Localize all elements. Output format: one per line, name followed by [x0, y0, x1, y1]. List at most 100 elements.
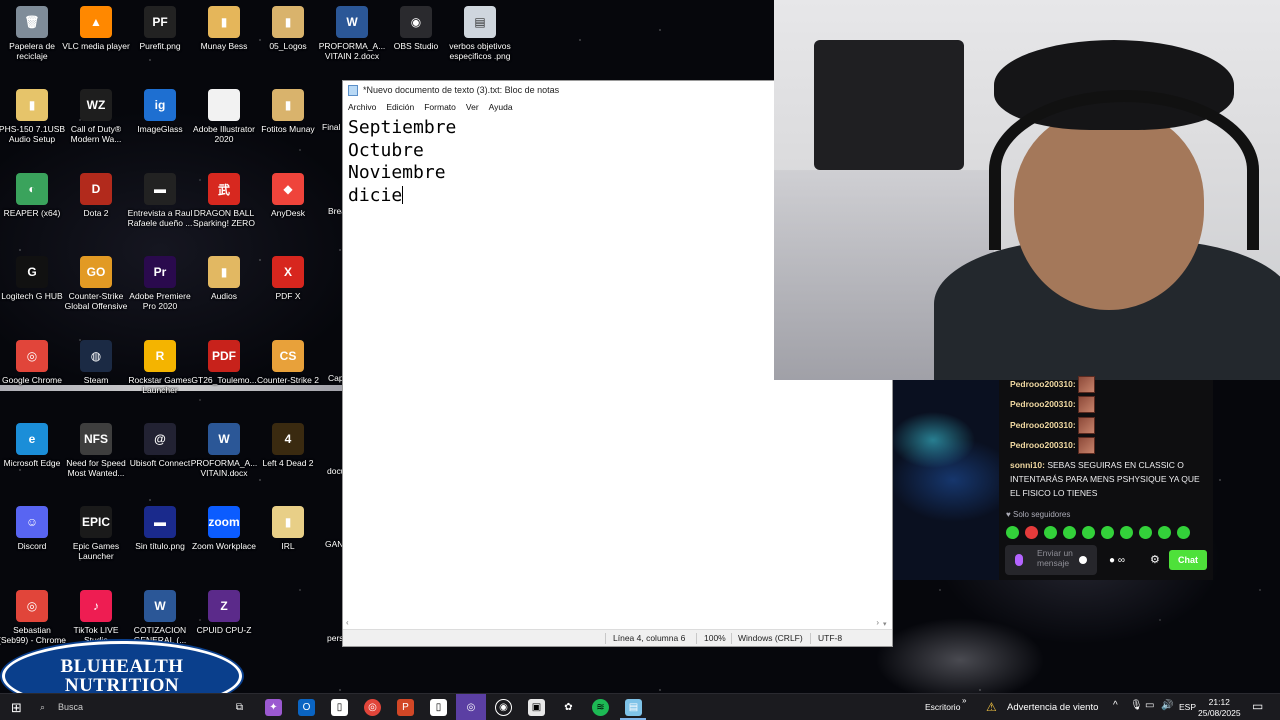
notification-icon[interactable]: ▭	[1252, 699, 1263, 713]
emote-icon[interactable]	[1101, 526, 1114, 539]
emote-icon[interactable]	[1006, 526, 1019, 539]
language-indicator[interactable]: ESP	[1179, 702, 1196, 712]
emote-icon[interactable]	[1177, 526, 1190, 539]
gear-icon[interactable]: ⚙	[1150, 553, 1160, 566]
scroll-down-arrow-icon[interactable]: ▾	[883, 620, 887, 628]
desktop-icon[interactable]: Adobe Illustrator 2020	[192, 83, 256, 163]
search-icon[interactable]: ⌕	[40, 702, 45, 713]
desktop-icon[interactable]: ◍ Steam	[64, 334, 128, 414]
desktop-icon[interactable]: 4 Left 4 Dead 2	[256, 417, 320, 497]
clock[interactable]: 21:12 25/08/2025	[1198, 697, 1241, 719]
window-icon[interactable]: ▣	[528, 699, 545, 716]
desktop-icon[interactable]: ◐ REAPER (x64)	[0, 167, 64, 247]
menu-ayuda[interactable]: Ayuda	[489, 102, 513, 115]
desktop-icon[interactable]: ▮ PHS-150 7.1USB Audio Setup	[0, 83, 65, 163]
emote-icon[interactable]	[1120, 526, 1133, 539]
powerpoint-icon[interactable]: P	[397, 699, 414, 716]
horizontal-scrollbar[interactable]: ‹ ›	[343, 618, 882, 628]
chat-send-button[interactable]: Chat	[1169, 550, 1207, 570]
chat-username[interactable]: Pedrooo200310:	[1010, 399, 1076, 409]
microphone-icon[interactable]: 🎙	[1130, 700, 1143, 711]
desktop-icon[interactable]: D Dota 2	[64, 167, 128, 247]
desktop-icon[interactable]: ▮ Audios	[192, 250, 256, 330]
desktop-icon[interactable]: ▮ Fotitos Munay	[256, 83, 320, 163]
chat-username[interactable]: Pedrooo200310:	[1010, 379, 1076, 389]
twitch-app-icon[interactable]: ◎	[456, 694, 486, 720]
desktop-icon[interactable]: ▮ 05_Logos	[256, 0, 320, 80]
desktop-icon[interactable]: ▮ IRL	[256, 500, 320, 580]
file-icon[interactable]: ▯	[331, 699, 348, 716]
chat-message-input[interactable]: Enviar un mensaje	[1005, 545, 1097, 575]
desktop-icon[interactable]: 🗑 Papelera de reciclaje	[0, 0, 64, 80]
chevron-icon[interactable]: »	[962, 696, 966, 705]
chat-username[interactable]: Pedrooo200310:	[1010, 420, 1076, 430]
microphone-icon[interactable]	[1015, 554, 1023, 566]
desktop-icon[interactable]: W PROFORMA_A... VITAIN 2.docx	[319, 0, 385, 80]
desktop-icon[interactable]: NFS Need for Speed Most Wanted...	[64, 417, 128, 497]
desktop-icon[interactable]: 武 DRAGON BALL Sparking! ZERO	[192, 167, 256, 247]
windows-start-icon[interactable]: ⊞	[8, 699, 25, 716]
chat-panel: Pedrooo200310: Pedrooo200310: Pedrooo200…	[999, 376, 1213, 580]
desktop-icon[interactable]: W PROFORMA_A... VITAIN.docx	[191, 417, 257, 497]
spotify-icon[interactable]: ≋	[592, 699, 609, 716]
outlook-icon[interactable]: O	[298, 699, 315, 716]
scroll-left-arrow-icon[interactable]: ‹	[346, 618, 349, 627]
scroll-right-arrow-icon[interactable]: ›	[876, 618, 879, 627]
task-view-icon[interactable]: ⧉	[231, 699, 248, 716]
desktop-icon[interactable]: WZ Call of Duty® Modern Wa...	[64, 83, 128, 163]
taskbar-search-placeholder[interactable]: Busca	[58, 702, 83, 712]
copilot-icon[interactable]: ✦	[265, 699, 282, 716]
chat-message: sonni10: SEBAS SEGUIRAS EN CLASSIC O INT…	[1010, 458, 1205, 500]
menu-archivo[interactable]: Archivo	[348, 102, 376, 115]
desktop-toolbar-label[interactable]: Escritorio	[925, 702, 960, 712]
menu-ver[interactable]: Ver	[466, 102, 479, 115]
emote-icon[interactable]	[1063, 526, 1076, 539]
desktop-icon[interactable]: ▤ verbos objetivos especificos .png	[448, 0, 512, 80]
chat-tools-icon[interactable]: ● ∞	[1109, 555, 1125, 566]
desktop-icon[interactable]: ◆ AnyDesk	[256, 167, 320, 247]
desktop-icon[interactable]: ☺ Discord	[0, 500, 64, 580]
desktop-icon[interactable]: ◉ OBS Studio	[384, 0, 448, 80]
desktop-icon[interactable]: @ Ubisoft Connect	[128, 417, 192, 497]
desktop-icon[interactable]: CS Counter-Strike 2	[256, 334, 320, 414]
network-icon[interactable]: ▭	[1145, 700, 1154, 711]
desktop-icon[interactable]: zoom Zoom Workplace	[192, 500, 256, 580]
desktop-icon[interactable]: PF Purefit.png	[128, 0, 192, 80]
emote-icon[interactable]	[1139, 526, 1152, 539]
desktop-icon[interactable]: R Rockstar Games Launcher	[128, 334, 192, 414]
chrome-icon[interactable]: ◎	[364, 699, 381, 716]
chat-username[interactable]: sonni10:	[1010, 460, 1045, 470]
emote-icon[interactable]	[1025, 526, 1038, 539]
desktop-icon[interactable]: GO Counter-Strike Global Offensive	[64, 250, 128, 330]
desktop-icon[interactable]: ▬ Entrevista a Raul Rafaele dueño ...	[128, 167, 192, 247]
desktop-icon[interactable]: e Microsoft Edge	[0, 417, 64, 497]
desktop-icon[interactable]: ▲ VLC media player	[62, 0, 130, 80]
chat-username[interactable]: Pedrooo200310:	[1010, 440, 1076, 450]
document-icon[interactable]: ▯	[430, 699, 447, 716]
desktop-icon[interactable]: G Logitech G HUB	[0, 250, 64, 330]
desktop-icon[interactable]: ig ImageGlass	[128, 83, 192, 163]
notepad-taskbar-icon[interactable]: ▤	[625, 699, 642, 716]
desktop-icon[interactable]: ▬ Sin título.png	[128, 500, 192, 580]
chat-message: Pedrooo200310:	[1010, 417, 1205, 434]
obs-icon[interactable]: ◉	[495, 699, 512, 716]
app-icon[interactable]: ✿	[560, 699, 577, 716]
partial-label[interactable]: GAN	[325, 539, 343, 549]
desktop-icon[interactable]: Pr Adobe Premiere Pro 2020	[128, 250, 192, 330]
menu-edicion[interactable]: Edición	[386, 102, 414, 115]
emote-icon[interactable]	[1158, 526, 1171, 539]
desktop-icon[interactable]: EPIC Epic Games Launcher	[64, 500, 128, 580]
weather-alert[interactable]: Advertencia de viento	[1007, 702, 1098, 713]
emote-icon[interactable]	[1082, 526, 1095, 539]
desktop-icon[interactable]: ▮ Munay Bess	[192, 0, 256, 80]
desktop-icon[interactable]: X PDF X	[256, 250, 320, 330]
desktop-icon[interactable]: PDF GT26_Toulemo...	[191, 334, 257, 414]
desktop-icon-label: GT26_Toulemo...	[191, 375, 257, 385]
emoji-icon[interactable]	[1079, 556, 1087, 564]
volume-icon[interactable]: 🔊	[1161, 700, 1173, 711]
desktop-icon[interactable]: ◎ Google Chrome	[0, 334, 64, 414]
partial-label[interactable]: Final	[322, 122, 340, 132]
emote-icon[interactable]	[1044, 526, 1057, 539]
chevron-up-icon[interactable]: ^	[1113, 700, 1118, 711]
menu-formato[interactable]: Formato	[424, 102, 456, 115]
